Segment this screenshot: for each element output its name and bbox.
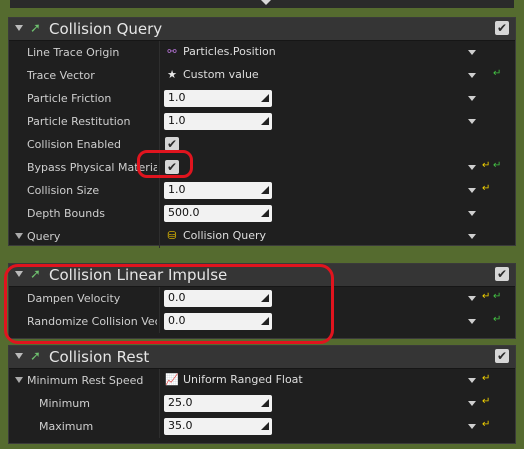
maximum-input[interactable]: 35.0	[164, 418, 272, 435]
row-query: Query ⛁ Collision Query	[9, 225, 515, 248]
collision-enabled-checkbox[interactable]: ✔	[165, 137, 179, 151]
chevron-down-icon	[261, 0, 271, 5]
dropdown-arrow-icon[interactable]	[468, 296, 476, 301]
row-particle-friction: Particle Friction 1.0	[9, 87, 515, 110]
row-label: Depth Bounds	[27, 207, 105, 220]
section-title: Collision Rest	[49, 348, 150, 366]
minimum-input[interactable]: 25.0	[164, 395, 272, 412]
row-label: Collision Size	[27, 184, 100, 197]
collapse-triangle-icon[interactable]	[15, 353, 23, 359]
row-label: Query	[27, 230, 61, 243]
reset-green-icon[interactable]: ↵	[493, 314, 501, 325]
expand-triangle-icon[interactable]	[15, 233, 23, 239]
depth-bounds-input[interactable]: 500.0	[164, 205, 272, 222]
collision-query-header[interactable]: ➚ Collision Query ✔	[9, 18, 515, 41]
resize-handle-icon[interactable]	[261, 117, 269, 125]
collision-rest-panel: ➚ Collision Rest ✔ Minimum Rest Speed 📈 U…	[8, 345, 516, 444]
dropdown-arrow-icon[interactable]	[468, 119, 476, 124]
row-label: Particle Restitution	[27, 115, 131, 128]
row-bypass-physical-material: Bypass Physical Materia ✔ ↵ ↵	[9, 156, 515, 179]
row-minimum-rest-speed: Minimum Rest Speed 📈 Uniform Ranged Float…	[9, 369, 515, 392]
dropdown-arrow-icon[interactable]	[468, 211, 476, 216]
resize-handle-icon[interactable]	[261, 94, 269, 102]
resize-handle-icon[interactable]	[261, 209, 269, 217]
annotation-highlight-impulse	[4, 264, 334, 344]
row-label: Minimum Rest Speed	[27, 374, 144, 387]
curve-icon: 📈	[165, 373, 179, 386]
star-icon: ★	[167, 68, 177, 81]
resize-handle-icon[interactable]	[261, 399, 269, 407]
resize-handle-icon[interactable]	[261, 186, 269, 194]
annotation-highlight-checkbox	[137, 150, 193, 178]
collapsed-section-bar[interactable]	[10, 0, 514, 8]
resize-handle-icon[interactable]	[261, 422, 269, 430]
collapse-triangle-icon[interactable]	[15, 377, 23, 383]
query-select[interactable]: ⛁ Collision Query	[165, 229, 266, 242]
row-line-trace-origin: Line Trace Origin ⚯ Particles.Position	[9, 41, 515, 64]
particle-friction-input[interactable]: 1.0	[164, 90, 272, 107]
row-label: Collision Enabled	[27, 138, 122, 151]
dropdown-arrow-icon[interactable]	[468, 165, 476, 170]
row-minimum: Minimum 25.0 ↵	[9, 392, 515, 415]
section-enable-checkbox[interactable]: ✔	[495, 267, 509, 281]
row-label: Line Trace Origin	[27, 46, 120, 59]
particle-restitution-input[interactable]: 1.0	[164, 113, 272, 130]
reset-yellow-icon[interactable]: ↵	[482, 396, 490, 407]
row-depth-bounds: Depth Bounds 500.0	[9, 202, 515, 225]
collapse-triangle-icon[interactable]	[15, 25, 23, 31]
row-particle-restitution: Particle Restitution 1.0	[9, 110, 515, 133]
database-icon: ⛁	[167, 229, 177, 242]
dropdown-arrow-icon[interactable]	[468, 96, 476, 101]
collision-size-input[interactable]: 1.0	[164, 182, 272, 199]
reset-green-icon[interactable]: ↵	[493, 160, 501, 171]
line-trace-origin-select[interactable]: ⚯ Particles.Position	[165, 45, 275, 58]
dropdown-arrow-icon[interactable]	[468, 378, 476, 383]
row-trace-vector: Trace Vector ★ Custom value ↵	[9, 64, 515, 87]
reset-green-icon[interactable]: ↵	[493, 68, 501, 79]
row-label: Particle Friction	[27, 92, 112, 105]
row-label: Minimum	[39, 397, 90, 410]
reset-yellow-icon[interactable]: ↵	[482, 291, 490, 302]
dropdown-arrow-icon[interactable]	[468, 50, 476, 55]
dropdown-arrow-icon[interactable]	[468, 424, 476, 429]
collision-rest-header[interactable]: ➚ Collision Rest ✔	[9, 346, 515, 369]
row-collision-enabled: Collision Enabled ✔	[9, 133, 515, 156]
section-enable-checkbox[interactable]: ✔	[495, 349, 509, 363]
dropdown-arrow-icon[interactable]	[468, 188, 476, 193]
reset-yellow-icon[interactable]: ↵	[482, 183, 490, 194]
reset-green-icon[interactable]: ↵	[493, 291, 501, 302]
row-maximum: Maximum 35.0 ↵	[9, 415, 515, 438]
green-arrow-icon: ➚	[30, 21, 41, 36]
row-collision-size: Collision Size 1.0 ↵	[9, 179, 515, 202]
row-label: Maximum	[39, 420, 94, 433]
dropdown-arrow-icon[interactable]	[468, 234, 476, 239]
reset-yellow-icon[interactable]: ↵	[482, 373, 490, 384]
reset-yellow-icon[interactable]: ↵	[482, 160, 490, 171]
minimum-rest-speed-select[interactable]: 📈 Uniform Ranged Float	[165, 373, 303, 386]
trace-vector-select[interactable]: ★ Custom value	[165, 68, 259, 81]
green-arrow-icon: ➚	[30, 349, 41, 364]
link-icon: ⚯	[167, 45, 177, 58]
reset-yellow-icon[interactable]: ↵	[482, 419, 490, 430]
dropdown-arrow-icon[interactable]	[468, 319, 476, 324]
row-label: Trace Vector	[27, 69, 95, 82]
dropdown-arrow-icon[interactable]	[468, 73, 476, 78]
section-enable-checkbox[interactable]: ✔	[495, 21, 509, 35]
dropdown-arrow-icon[interactable]	[468, 401, 476, 406]
collision-query-panel: ➚ Collision Query ✔ Line Trace Origin ⚯ P…	[8, 17, 516, 248]
section-title: Collision Query	[49, 20, 163, 38]
